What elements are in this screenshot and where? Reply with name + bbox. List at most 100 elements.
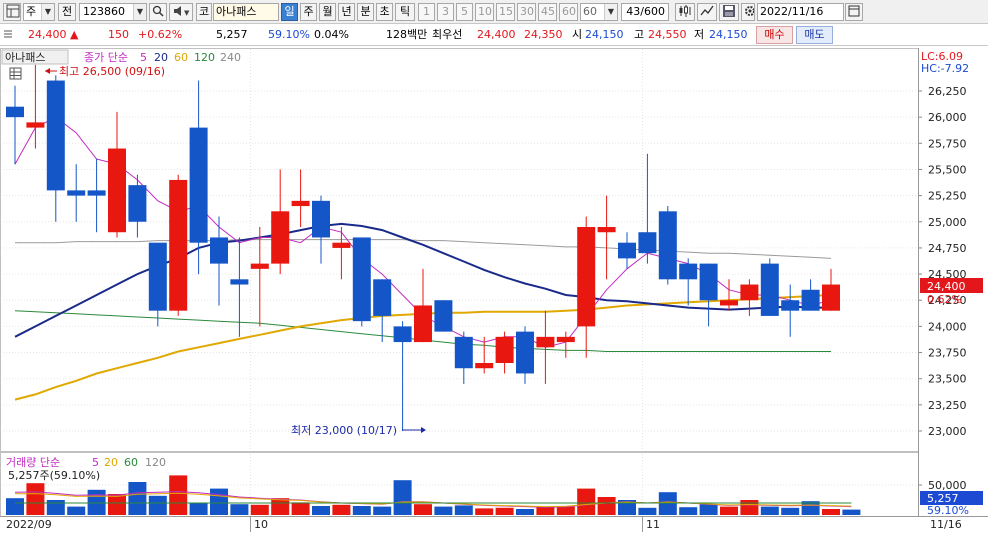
candle-body <box>740 284 759 301</box>
market-button[interactable]: 코 <box>196 3 212 21</box>
candle-body <box>781 300 800 311</box>
volume-bar <box>26 483 45 515</box>
volume-tick-label: 50,000 <box>928 479 967 492</box>
candle-body <box>26 122 45 128</box>
chart-table-icon[interactable] <box>9 67 22 80</box>
interval-60[interactable]: 60 <box>559 3 578 21</box>
hc-label: HC:-7.92 <box>921 62 969 75</box>
stock-name-field[interactable]: 아나패스 <box>213 3 279 21</box>
sell-button[interactable]: 매도 <box>796 26 833 44</box>
save-icon[interactable] <box>719 3 739 21</box>
candle-body <box>6 106 24 118</box>
best-bid: 24,350 <box>524 28 563 41</box>
tab-second[interactable]: 초 <box>376 3 393 21</box>
line-chart-icon[interactable] <box>697 3 717 21</box>
tab-year[interactable]: 년 <box>338 3 355 21</box>
sound-icon[interactable]: ▼ <box>169 3 193 21</box>
candle-body <box>230 279 249 285</box>
volume-bar <box>760 506 779 515</box>
volume-bar <box>291 502 310 515</box>
interval-10[interactable]: 10 <box>475 3 494 21</box>
interval-1[interactable]: 1 <box>418 3 435 21</box>
candle-body <box>128 185 147 222</box>
volume-bar <box>312 506 330 515</box>
chart-toolbar: 주 ▼ 전 123860 ▼ ▼ 코 아나패스 일 주 월 년 분 초 틱 1 … <box>0 0 988 24</box>
tab-month[interactable]: 월 <box>319 3 336 21</box>
legend-ma120: 120 <box>194 51 215 64</box>
volume-ratio: 59.10% <box>268 28 310 41</box>
chart-stock-name: 아나패스 <box>5 51 45 64</box>
tab-day[interactable]: 일 <box>281 3 298 21</box>
chevron-down-icon[interactable]: ▼ <box>133 4 146 20</box>
candle-body <box>148 242 167 311</box>
y-tick-label: 23,750 <box>928 347 967 360</box>
price-legend-prefix: 종가 단순 <box>84 51 128 64</box>
volume-bar <box>271 498 290 515</box>
candle-body <box>720 300 738 306</box>
volume-bar <box>46 500 65 515</box>
interval-15[interactable]: 15 <box>496 3 515 21</box>
turnover-rate: 0.04% <box>314 28 349 41</box>
candle-body <box>475 363 494 369</box>
interval-select[interactable]: 60 ▼ <box>580 3 618 21</box>
y-tick-label: 25,000 <box>928 216 967 229</box>
current-volume-pct-label: 59.10% <box>927 504 969 517</box>
y-tick-label: 24,750 <box>928 242 967 255</box>
y-tick-label: 24,000 <box>928 320 967 333</box>
candle-body <box>414 305 432 343</box>
interval-45[interactable]: 45 <box>538 3 557 21</box>
x-label-oct: 10 <box>254 518 268 531</box>
chevron-down-icon[interactable]: ▼ <box>41 4 54 20</box>
volume-bar <box>210 488 228 515</box>
vol-legend-ma60: 60 <box>124 456 138 469</box>
candle-body <box>210 237 228 264</box>
open-label: 시 <box>572 28 583 41</box>
candle-body <box>577 227 596 327</box>
candle-body <box>597 227 616 233</box>
interval-30[interactable]: 30 <box>517 3 536 21</box>
count-input[interactable]: 43/600 <box>621 3 669 21</box>
date-input[interactable]: 2022/11/16 <box>757 3 844 21</box>
candle-body <box>638 232 657 254</box>
candle-body <box>434 300 453 332</box>
tab-tick[interactable]: 틱 <box>395 3 415 21</box>
gear-icon[interactable] <box>741 3 755 21</box>
volume-bar <box>6 498 24 515</box>
candle-body <box>536 336 555 348</box>
volume-bar <box>169 475 188 515</box>
search-icon[interactable] <box>149 3 167 21</box>
y-tick-label: 26,000 <box>928 111 967 124</box>
type-option-button[interactable]: 전 <box>58 3 76 21</box>
volume-bar <box>128 482 147 515</box>
candle-body <box>250 263 269 269</box>
calendar-icon[interactable] <box>845 3 863 21</box>
candle-body <box>46 80 65 191</box>
type-select[interactable]: 주 ▼ <box>23 3 55 21</box>
interval-5[interactable]: 5 <box>456 3 473 21</box>
candle-body <box>352 237 371 322</box>
price-change-pct: +0.62% <box>138 28 183 41</box>
y-tick-label: 26,250 <box>928 85 967 98</box>
chart-area: 26,250 26,000 25,750 25,500 25,250 25,000 24,7… <box>0 46 988 537</box>
tab-minute[interactable]: 분 <box>357 3 374 21</box>
stock-code-input[interactable]: 123860 ▼ <box>79 3 147 21</box>
volume-legend-prefix: 거래량 단순 <box>6 456 60 469</box>
up-arrow-icon: ▲ <box>70 28 79 41</box>
chart-type-icon[interactable] <box>675 3 695 21</box>
buy-button[interactable]: 매수 <box>756 26 793 44</box>
candle-body <box>801 289 820 311</box>
interval-3[interactable]: 3 <box>437 3 454 21</box>
tab-week[interactable]: 주 <box>300 3 317 21</box>
best-label: 최우선 <box>432 28 463 41</box>
chevron-down-icon[interactable]: ▼ <box>604 4 617 20</box>
current-price-label: 24,400 <box>927 280 966 293</box>
svg-text:▼: ▼ <box>184 9 190 17</box>
candle-body <box>699 263 718 301</box>
volume-bar <box>577 488 596 515</box>
candle-body <box>679 263 698 280</box>
candle-body <box>760 263 779 316</box>
list-icon[interactable] <box>3 28 13 44</box>
candle-body <box>454 336 473 369</box>
layout-icon[interactable] <box>3 3 21 21</box>
stock-chart[interactable]: 26,250 26,000 25,750 25,500 25,250 25,000 24,7… <box>0 46 988 537</box>
